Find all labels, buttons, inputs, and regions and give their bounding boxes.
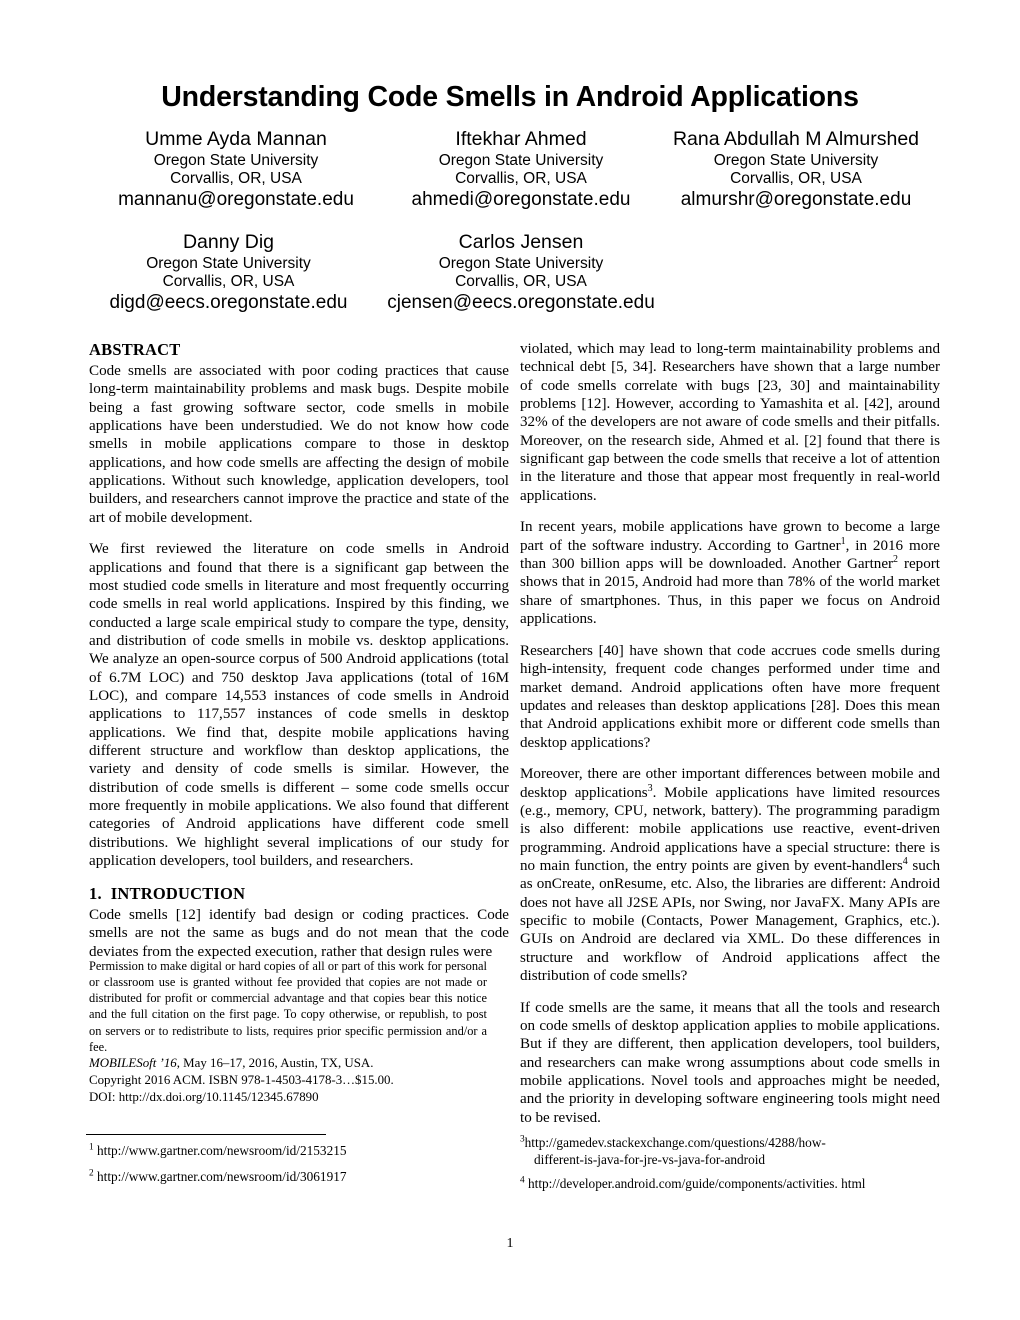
author-location: Corvallis, OR, USA: [170, 169, 302, 187]
author-name: Iftekhar Ahmed: [455, 128, 587, 150]
footnote-text[interactable]: http://developer.android.com/guide/compo…: [525, 1176, 866, 1191]
footnote-text-continued[interactable]: different-is-java-for-jre-vs-java-for-an…: [520, 1151, 950, 1168]
author-email[interactable]: digd@eecs.oregonstate.edu: [86, 292, 371, 314]
paper-page: Understanding Code Smells in Android App…: [0, 0, 1020, 1320]
footnote-separator-rule: [86, 1134, 326, 1135]
author-name: Rana Abdullah M Almurshed: [672, 128, 920, 150]
right-column: violated, which may lead to long-term ma…: [520, 340, 940, 1141]
author-email[interactable]: ahmedi@oregonstate.edu: [386, 189, 656, 211]
author-email[interactable]: almurshr@oregonstate.edu: [656, 189, 936, 211]
conference-details: , May 16–17, 2016, Austin, TX, USA.: [176, 1055, 374, 1070]
author-location: Corvallis, OR, USA: [455, 169, 587, 187]
author-email[interactable]: cjensen@eecs.oregonstate.edu: [371, 292, 671, 314]
footnotes-left: 1 http://www.gartner.com/newsroom/id/215…: [89, 1142, 509, 1194]
abstract-paragraph-2: We first reviewed the literature on code…: [89, 541, 509, 870]
para-if-code-smells: If code smells are the same, it means th…: [520, 999, 940, 1126]
footnote-text[interactable]: http://gamedev.stackexchange.com/questio…: [525, 1135, 826, 1150]
author-affiliation: Oregon State University: [438, 151, 604, 169]
author-block-4: Danny Dig Oregon State University Corval…: [86, 231, 371, 314]
author-affiliation: Oregon State University: [146, 254, 311, 272]
introduction-paragraph-left: Code smells [12] identify bad design or …: [89, 906, 509, 960]
left-column: ABSTRACT Code smells are associated with…: [89, 340, 509, 961]
acm-copyright-line: Copyright 2016 ACM. ISBN 978-1-4503-4178…: [89, 1072, 394, 1087]
section-number: 1.: [89, 883, 102, 903]
author-affiliation: Oregon State University: [438, 254, 604, 272]
para-moreover: Moreover, there are other important diff…: [520, 766, 940, 984]
author-block-1: Umme Ayda Mannan Oregon State University…: [86, 128, 386, 211]
author-location: Corvallis, OR, USA: [730, 169, 862, 187]
author-row-2: Danny Dig Oregon State University Corval…: [86, 231, 936, 314]
para-recent-years: In recent years, mobile applications hav…: [520, 519, 940, 628]
para-researchers: Researchers [40] have shown that code ac…: [520, 642, 940, 751]
author-block-3: Rana Abdullah M Almurshed Oregon State U…: [656, 128, 936, 211]
author-location: Corvallis, OR, USA: [162, 272, 295, 290]
author-block-2: Iftekhar Ahmed Oregon State University C…: [386, 128, 656, 211]
author-email[interactable]: mannanu@oregonstate.edu: [86, 189, 386, 211]
author-affiliation: Oregon State University: [153, 151, 319, 169]
footnote-reference[interactable]: 1: [841, 536, 846, 547]
conference-line: MOBILESoft ’16, May 16–17, 2016, Austin,…: [89, 1055, 487, 1072]
footnote-1[interactable]: 1 http://www.gartner.com/newsroom/id/215…: [89, 1142, 509, 1159]
page-title: Understanding Code Smells in Android App…: [161, 81, 859, 113]
footnote-3[interactable]: 3http://gamedev.stackexchange.com/questi…: [520, 1134, 950, 1168]
page-number: 1: [506, 1236, 514, 1251]
footnote-2[interactable]: 2 http://www.gartner.com/newsroom/id/306…: [89, 1168, 509, 1185]
author-name: Danny Dig: [182, 231, 275, 253]
copyright-notice: Permission to make digital or hard copie…: [89, 958, 487, 1106]
footnote-reference[interactable]: 3: [648, 783, 653, 794]
doi-line[interactable]: DOI: http://dx.doi.org/10.1145/12345.678…: [89, 1089, 487, 1106]
footnote-text[interactable]: http://www.gartner.com/newsroom/id/21532…: [97, 1143, 347, 1158]
abstract-paragraph-1: Code smells are associated with poor cod…: [89, 363, 509, 526]
section-title: INTRODUCTION: [110, 883, 246, 903]
author-name: Carlos Jensen: [458, 231, 584, 253]
footnotes-right: 3http://gamedev.stackexchange.com/questi…: [520, 1134, 950, 1201]
footnote-marker: 1: [89, 1142, 94, 1153]
footnote-marker: 2: [89, 1168, 94, 1179]
author-block-5: Carlos Jensen Oregon State University Co…: [371, 231, 671, 314]
footnote-4[interactable]: 4 http://developer.android.com/guide/com…: [520, 1175, 950, 1192]
footnote-reference[interactable]: 4: [903, 856, 908, 867]
author-row-1: Umme Ayda Mannan Oregon State University…: [86, 128, 936, 211]
conference-name: MOBILESoft ’16: [89, 1055, 177, 1070]
footnote-reference[interactable]: 2: [893, 554, 898, 565]
author-name: Umme Ayda Mannan: [145, 128, 327, 150]
introduction-heading: 1. INTRODUCTION: [89, 884, 509, 904]
author-location: Corvallis, OR, USA: [455, 272, 587, 290]
permission-text: Permission to make digital or hard copie…: [89, 959, 487, 1054]
footnote-text[interactable]: http://www.gartner.com/newsroom/id/30619…: [97, 1169, 347, 1184]
abstract-heading: ABSTRACT: [89, 340, 181, 359]
para-violated: violated, which may lead to long-term ma…: [520, 341, 940, 504]
author-affiliation: Oregon State University: [713, 151, 879, 169]
